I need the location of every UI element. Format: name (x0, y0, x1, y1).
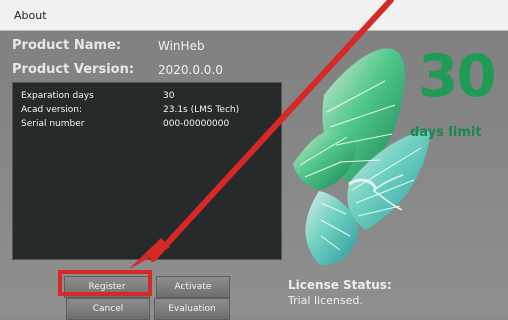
annotation-arrow (129, 0, 394, 269)
about-dialog: About Product Name: WinHeb Product Versi… (0, 0, 508, 320)
